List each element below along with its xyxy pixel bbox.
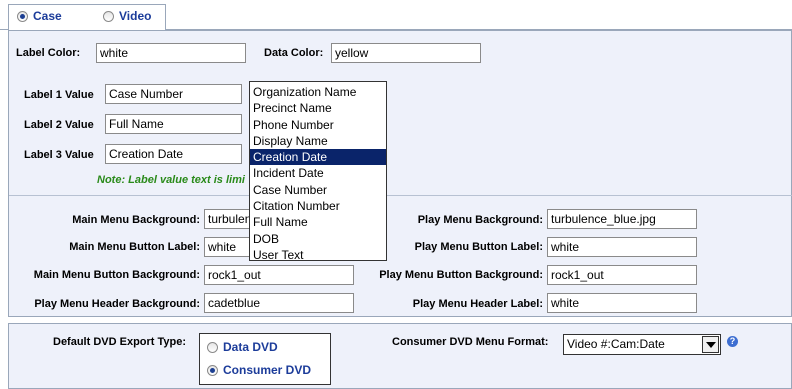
chevron-down-icon[interactable]: [702, 336, 719, 353]
dropdown-option-selected[interactable]: Creation Date: [250, 149, 386, 166]
play-menu-btn-bg-input[interactable]: rock1_out: [547, 265, 697, 285]
label-1-label: Label 1 Value: [24, 89, 94, 101]
label-color-label: Label Color:: [16, 47, 81, 59]
data-color-input[interactable]: yellow: [331, 43, 481, 63]
dropdown-option[interactable]: Display Name: [250, 133, 386, 149]
dropdown-option[interactable]: Organization Name: [250, 84, 386, 100]
play-menu-header-bg-input[interactable]: cadetblue: [204, 293, 354, 313]
tab-case-radio[interactable]: [17, 11, 28, 22]
play-menu-bg-input[interactable]: turbulence_blue.jpg: [547, 209, 697, 229]
menu-format-label: Consumer DVD Menu Format:: [392, 336, 549, 348]
data-color-label: Data Color:: [264, 47, 324, 59]
dropdown-option[interactable]: Full Name: [250, 214, 386, 230]
main-menu-btn-bg-label: Main Menu Button Background:: [33, 269, 200, 281]
tab-video-radio[interactable]: [103, 11, 114, 22]
label-2-label: Label 2 Value: [24, 119, 94, 131]
play-menu-header-label-input[interactable]: white: [547, 293, 697, 313]
dropdown-option[interactable]: User Text: [250, 247, 386, 263]
label-3-label: Label 3 Value: [24, 149, 94, 161]
tab-video-label[interactable]: Video: [119, 9, 151, 23]
menu-format-value: Video #:Cam:Date: [567, 337, 665, 351]
dropdown-option[interactable]: Citation Number: [250, 198, 386, 214]
dropdown-option[interactable]: Precinct Name: [250, 100, 386, 116]
label-length-note: Note: Label value text is limi: [97, 174, 245, 186]
label-1-input[interactable]: Case Number: [105, 84, 242, 104]
label-3-input[interactable]: Creation Date: [105, 144, 242, 164]
dropdown-option[interactable]: Phone Number: [250, 117, 386, 133]
consumer-dvd-label[interactable]: Consumer DVD: [223, 363, 311, 377]
dropdown-option[interactable]: DOB: [250, 231, 386, 247]
section-divider: [9, 195, 792, 196]
help-icon[interactable]: ?: [727, 336, 738, 347]
export-panel: [8, 323, 792, 389]
data-dvd-label[interactable]: Data DVD: [223, 340, 278, 354]
dropdown-option[interactable]: Incident Date: [250, 165, 386, 181]
dropdown-option[interactable]: Case Number: [250, 182, 386, 198]
menu-format-select[interactable]: Video #:Cam:Date: [563, 334, 721, 355]
data-dvd-radio[interactable]: [207, 342, 218, 353]
play-menu-btn-label-input[interactable]: white: [547, 237, 697, 257]
consumer-dvd-radio[interactable]: [207, 365, 218, 376]
main-menu-bg-label: Main Menu Background:: [72, 214, 200, 226]
tab-case-label[interactable]: Case: [33, 9, 62, 23]
main-menu-btn-bg-input[interactable]: rock1_out: [204, 265, 354, 285]
play-menu-header-bg-label: Play Menu Header Background:: [34, 298, 200, 310]
play-menu-header-label-label: Play Menu Header Label:: [412, 298, 543, 310]
play-menu-btn-bg-label: Play Menu Button Background:: [379, 269, 543, 281]
label-2-input[interactable]: Full Name: [105, 114, 242, 134]
label-color-input[interactable]: white: [96, 43, 246, 63]
export-type-label: Default DVD Export Type:: [53, 336, 187, 348]
label-value-dropdown-list[interactable]: Organization Name Precinct Name Phone Nu…: [249, 81, 387, 263]
main-menu-btn-label-label: Main Menu Button Label:: [69, 241, 200, 253]
